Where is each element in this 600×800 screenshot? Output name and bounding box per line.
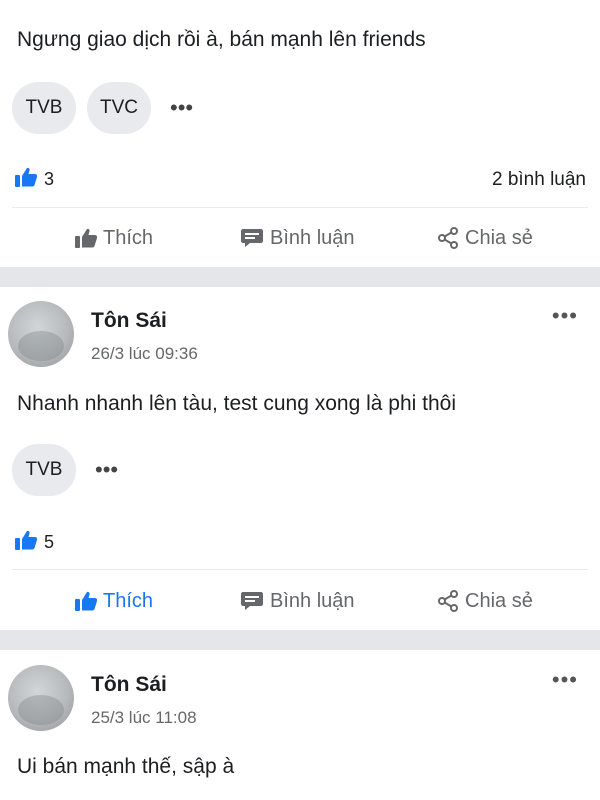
like-label: Thích [103,589,154,612]
post-1: Ngưng giao dịch rồi à, bán mạnh lên frie… [0,0,600,267]
like-count[interactable]: 5 [14,529,54,556]
share-button[interactable]: Chia sẻ [436,226,533,250]
comment-bubble-icon [241,590,265,612]
tag-chip[interactable]: TVC [87,82,151,134]
author-name[interactable]: Tôn Sái [91,309,167,333]
like-button[interactable]: Thích [74,590,153,613]
share-icon [436,589,460,613]
divider [12,569,588,570]
post-text: Ui bán mạnh thế, sập à [17,755,235,778]
tag-list: TVB ••• [12,444,126,496]
post-2: Tôn Sái 26/3 lúc 09:36 ••• Nhanh nhanh l… [0,287,600,630]
like-count-label: 5 [44,532,55,552]
avatar[interactable] [8,301,74,367]
like-button[interactable]: Thích [74,227,153,250]
post-stats: 5 [14,529,586,556]
like-count[interactable]: 3 [14,166,54,193]
comment-bubble-icon [241,227,265,249]
post-timestamp[interactable]: 25/3 lúc 11:08 [91,708,197,728]
more-tags-icon[interactable]: ••• [87,459,126,481]
more-options-icon[interactable]: ••• [552,669,578,691]
thumbs-up-icon [74,590,98,612]
more-options-icon[interactable]: ••• [552,305,578,327]
avatar[interactable] [8,665,74,731]
tag-list: TVB TVC ••• [12,82,201,134]
like-count-label: 3 [44,169,55,189]
share-icon [436,226,460,250]
comment-button[interactable]: Bình luận [241,590,355,613]
post-text: Nhanh nhanh lên tàu, test cung xong là p… [17,392,456,415]
share-label: Chia sẻ [465,226,533,249]
post-separator [0,630,600,650]
more-tags-icon[interactable]: ••• [162,97,201,119]
post-stats: 3 2 bình luận [14,166,586,193]
action-bar: Thích Bình luận Chia sẻ [0,571,600,631]
comment-label: Bình luận [270,589,355,612]
like-label: Thích [103,226,154,249]
post-timestamp[interactable]: 26/3 lúc 09:36 [91,344,198,364]
comment-button[interactable]: Bình luận [241,227,355,250]
action-bar: Thích Bình luận Chia sẻ [0,208,600,268]
tag-chip[interactable]: TVB [12,82,76,134]
post-3: Tôn Sái 25/3 lúc 11:08 ••• Ui bán mạnh t… [0,650,600,800]
post-text: Ngưng giao dịch rồi à, bán mạnh lên frie… [17,28,426,51]
post-separator [0,267,600,287]
share-label: Chia sẻ [465,589,533,612]
comment-label: Bình luận [270,226,355,249]
author-name[interactable]: Tôn Sái [91,673,167,697]
thumbs-up-icon [74,227,98,249]
comment-count[interactable]: 2 bình luận [492,169,586,191]
like-reaction-icon [14,166,38,193]
share-button[interactable]: Chia sẻ [436,589,533,613]
like-reaction-icon [14,529,38,556]
tag-chip[interactable]: TVB [12,444,76,496]
